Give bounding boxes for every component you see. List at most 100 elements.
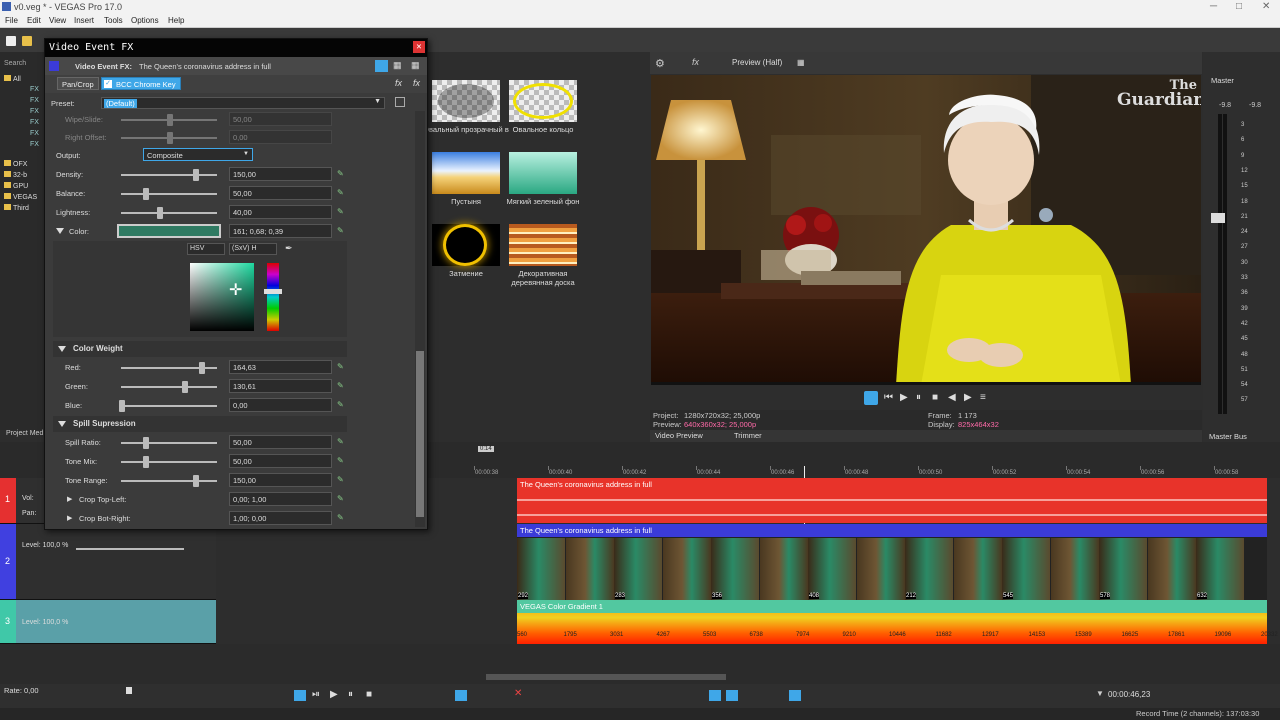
generator-thumb-desert[interactable] xyxy=(432,152,500,194)
param-density[interactable]: Density: 150,00 ✎ xyxy=(53,166,353,184)
menu-help[interactable]: Help xyxy=(168,16,184,25)
audio-clip[interactable]: The Queen's coronavirus address in full xyxy=(517,478,1267,523)
generator-thumb-soft-green[interactable] xyxy=(509,152,577,194)
tree-item-fx[interactable]: FX xyxy=(30,86,39,93)
play-icon[interactable]: ▶ xyxy=(330,689,338,700)
param-balance[interactable]: Balance: 50,00 ✎ xyxy=(53,185,353,203)
next-frame-icon[interactable]: ▶ xyxy=(964,392,972,403)
expand-icon[interactable] xyxy=(56,228,64,234)
track-header-gradient[interactable]: 3 Level: 100,0 % xyxy=(0,600,216,644)
generator-thumb-wood-board[interactable] xyxy=(509,224,577,266)
expand-icon[interactable]: ▶ xyxy=(67,514,72,522)
tree-item-all[interactable]: All xyxy=(4,75,21,83)
auto-crossfade-button[interactable] xyxy=(726,690,738,701)
param-output[interactable]: Output: Composite ▼ xyxy=(53,147,353,165)
param-tone-mix[interactable]: Tone Mix: 50,00 ✎ xyxy=(53,453,353,471)
remove-fx-icon[interactable]: fx xyxy=(413,78,420,88)
fx-window-titlebar[interactable]: Video Event FX ✕ xyxy=(45,39,427,57)
video-clip[interactable]: The Queen's coronavirus address in full … xyxy=(517,524,1267,600)
generator-thumb-oval-transparent[interactable] xyxy=(432,80,500,122)
expand-icon[interactable]: ▶ xyxy=(67,495,72,503)
tree-item-vegas[interactable]: VEGAS xyxy=(4,193,37,201)
pause-icon[interactable]: ⏸ xyxy=(348,689,353,700)
param-spill-ratio[interactable]: Spill Ratio: 50,00 ✎ xyxy=(53,434,353,452)
menu-options[interactable]: Options xyxy=(131,16,159,25)
master-fader-knob[interactable] xyxy=(1211,213,1225,223)
save-preset-icon[interactable] xyxy=(395,97,405,107)
output-dropdown[interactable]: Composite ▼ xyxy=(143,148,253,161)
preset-dropdown[interactable]: (Default) ▼ xyxy=(101,97,385,109)
track-header-video[interactable]: 2 Level: 100,0 % xyxy=(0,524,216,600)
detail-view-button[interactable]: ▦ xyxy=(411,60,420,71)
section-spill-suppression[interactable]: Spill Supression xyxy=(53,416,347,432)
ripple-button[interactable] xyxy=(789,690,801,701)
tree-item-32bit[interactable]: 32-b xyxy=(4,171,27,179)
fx-chain-pan-crop[interactable]: Pan/Crop xyxy=(57,77,99,90)
stop-icon[interactable]: ■ xyxy=(366,689,372,700)
tab-video-preview[interactable]: Video Preview xyxy=(655,431,703,440)
tree-item-fx[interactable]: FX xyxy=(30,97,39,104)
tree-item-ofx[interactable]: OFX xyxy=(4,160,27,168)
stop-icon[interactable]: ■ xyxy=(932,392,938,403)
menu-tools[interactable]: Tools xyxy=(104,16,123,25)
list-view-button[interactable] xyxy=(375,60,388,72)
close-icon[interactable]: ✕ xyxy=(413,41,425,53)
tab-trimmer[interactable]: Trimmer xyxy=(734,431,762,440)
timeline-scrollbar[interactable] xyxy=(486,674,726,680)
tree-item-gpu[interactable]: GPU xyxy=(4,182,28,190)
color-swatch[interactable] xyxy=(117,224,221,238)
param-blue[interactable]: Blue: 0,00 ✎ xyxy=(53,397,353,415)
param-green[interactable]: Green: 130,61 ✎ xyxy=(53,378,353,396)
minimize-icon[interactable]: ─ xyxy=(1210,1,1217,12)
eyedropper-icon[interactable]: ✒ xyxy=(285,243,293,254)
menu-edit[interactable]: Edit xyxy=(27,16,41,25)
param-crop-bot-right[interactable]: ▶ Crop Bot-Right: 1,00; 0,00 ✎ xyxy=(53,510,353,528)
color-mode-dropdown[interactable]: HSV xyxy=(187,243,225,255)
tree-item-fx[interactable]: FX xyxy=(30,119,39,126)
close-icon[interactable]: ✕ xyxy=(1262,1,1270,12)
menu-icon[interactable]: ≡ xyxy=(980,392,986,403)
generator-thumb-eclipse[interactable] xyxy=(432,224,500,266)
open-folder-icon[interactable] xyxy=(22,36,32,46)
param-right-offset[interactable]: Right Offset: 0,00 xyxy=(53,129,353,147)
play-from-start-icon[interactable]: ⏯ xyxy=(312,689,320,700)
region-marker[interactable]: 0:14 xyxy=(478,446,494,452)
fx-scrollbar[interactable] xyxy=(415,111,425,527)
grid-view-button[interactable]: ▦ xyxy=(393,60,402,71)
param-tone-range[interactable]: Tone Range: 150,00 ✎ xyxy=(53,472,353,490)
search-input[interactable]: Search xyxy=(4,60,26,67)
gradient-clip[interactable]: VEGAS Color Gradient 1 560 1795 3031 4267 55… xyxy=(517,600,1278,644)
enable-checkbox[interactable]: ✓ xyxy=(104,80,112,88)
new-file-icon[interactable] xyxy=(6,36,16,46)
tree-item-fx[interactable]: FX xyxy=(30,130,39,137)
delete-icon[interactable]: ✕ xyxy=(514,688,522,699)
prev-frame-icon[interactable]: ◀ xyxy=(948,392,956,403)
play-icon[interactable]: ▶ xyxy=(900,392,908,403)
param-wipe-slide[interactable]: Wipe/Slide: 50,00 xyxy=(53,111,353,129)
play-from-start-icon[interactable]: ⏮ xyxy=(884,392,893,403)
loop-playback-button[interactable] xyxy=(864,391,878,405)
preview-quality-dropdown[interactable]: Preview (Half) xyxy=(732,58,782,67)
param-crop-top-left[interactable]: ▶ Crop Top-Left: 0,00; 1,00 ✎ xyxy=(53,491,353,509)
pause-icon[interactable]: ⏸ xyxy=(916,392,921,403)
menu-view[interactable]: View xyxy=(49,16,66,25)
saturation-value-square[interactable] xyxy=(190,263,254,331)
rate-slider-knob[interactable] xyxy=(126,687,132,694)
fx-icon[interactable]: fx xyxy=(692,57,699,67)
section-color-weight[interactable]: Color Weight xyxy=(53,341,347,357)
normal-edit-tool[interactable] xyxy=(455,690,467,701)
generator-thumb-oval-ring[interactable] xyxy=(509,80,577,122)
tree-item-fx[interactable]: FX xyxy=(30,141,39,148)
param-lightness[interactable]: Lightness: 40,00 ✎ xyxy=(53,204,353,222)
gear-icon[interactable]: ⚙ xyxy=(655,57,665,70)
menu-insert[interactable]: Insert xyxy=(74,16,94,25)
param-color[interactable]: Color: 161; 0,68; 0,39 ✎ xyxy=(53,223,353,241)
tree-item-third[interactable]: Third xyxy=(4,204,29,212)
loop-button[interactable] xyxy=(294,690,306,701)
project-media-tab[interactable]: Project Med xyxy=(6,430,43,437)
hue-slider-knob[interactable] xyxy=(264,289,282,294)
color-model-dropdown[interactable]: (SxV) H xyxy=(229,243,277,255)
grid-icon[interactable]: ▦ xyxy=(797,58,805,67)
hue-slider[interactable] xyxy=(267,263,279,331)
fx-chain-bcc-chrome-key[interactable]: ✓ BCC Chrome Key xyxy=(101,77,181,90)
